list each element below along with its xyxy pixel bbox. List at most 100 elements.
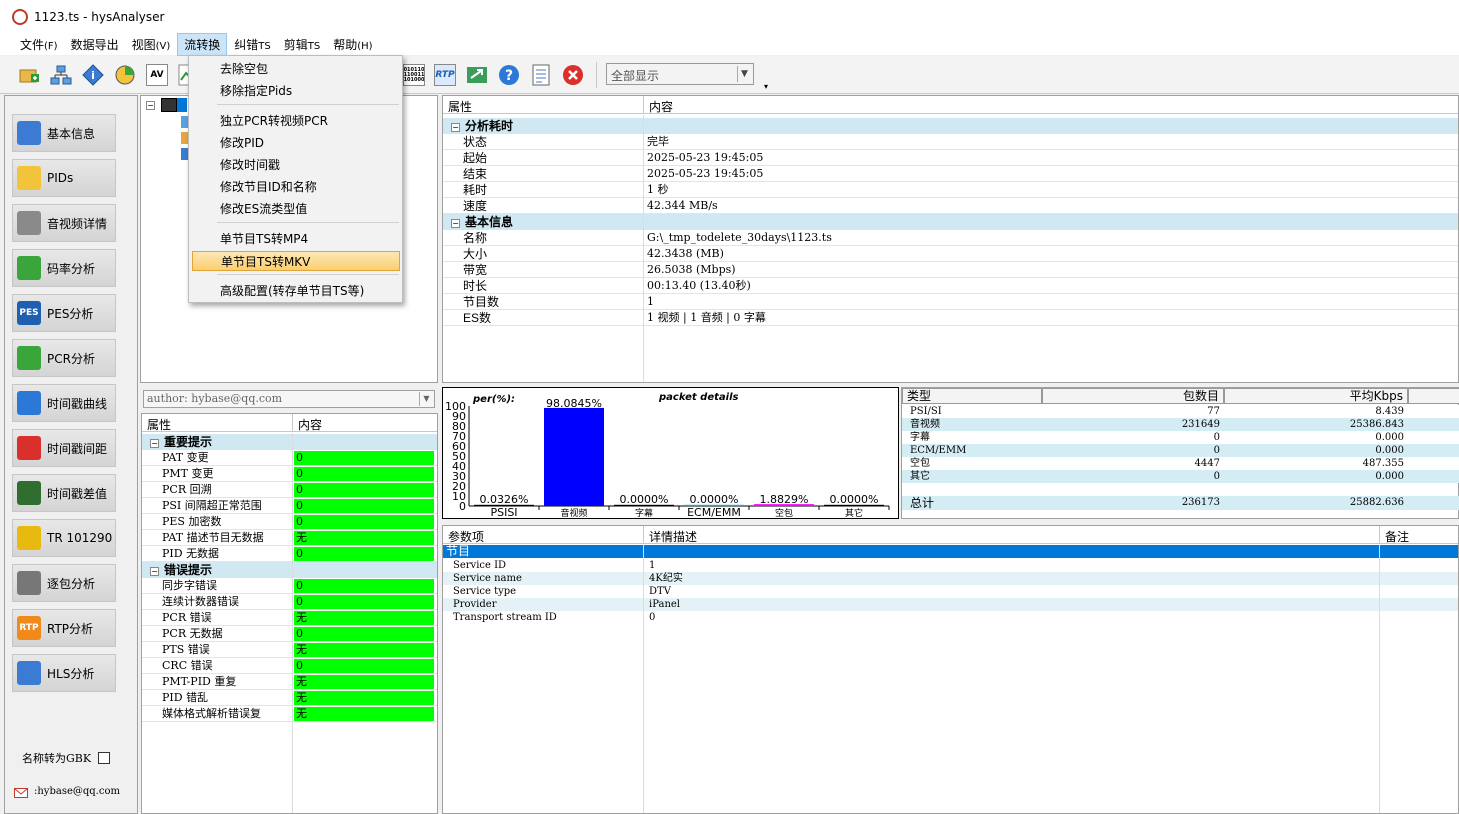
sidebar-button-10[interactable]: 逐包分析	[12, 564, 116, 602]
info-row[interactable]: 时长 00:13.40 (13.40秒)	[443, 278, 1458, 294]
error-row[interactable]: PID 无数据 0	[142, 546, 437, 562]
tree-root-icon[interactable]	[161, 98, 177, 112]
stats-row[interactable]: 空包 4447 487.355	[902, 457, 1459, 470]
sidebar-button-1[interactable]: PIDs	[12, 159, 116, 197]
params-section-program[interactable]: 节目	[443, 545, 1458, 558]
menu-export[interactable]: 数据导出	[65, 34, 125, 55]
sidebar-button-4[interactable]: PES PES分析	[12, 294, 116, 332]
menu-item-3[interactable]: 修改PID	[192, 133, 400, 153]
report-icon[interactable]	[530, 64, 552, 86]
sidebar-button-6[interactable]: 时间戳曲线	[12, 384, 116, 422]
av-icon[interactable]: AV	[146, 64, 168, 86]
menu-cut[interactable]: 剪辑TS	[278, 34, 326, 55]
error-group-header[interactable]: − 重要提示	[142, 434, 437, 450]
stats-row[interactable]: PSI/SI 77 8.439	[902, 405, 1459, 418]
sidebar-button-11[interactable]: RTP RTP分析	[12, 609, 116, 647]
info-row[interactable]: 状态 完毕	[443, 134, 1458, 150]
error-row[interactable]: PAT 变更 0	[142, 450, 437, 466]
menu-item-1[interactable]: 移除指定Pids	[192, 81, 400, 101]
sidebar-button-12[interactable]: HLS分析	[12, 654, 116, 692]
menu-item-6[interactable]: 修改ES流类型值	[192, 199, 400, 219]
toolbar-overflow-icon[interactable]: ▾	[764, 82, 768, 91]
param-row[interactable]: Service type DTV	[443, 585, 1458, 598]
info-row[interactable]: 带宽 26.5038 (Mbps)	[443, 262, 1458, 278]
help-icon[interactable]: ?	[498, 64, 520, 86]
pie-chart-icon[interactable]	[114, 64, 136, 86]
display-filter-combo[interactable]: 全部显示 ▼	[606, 63, 754, 85]
error-row[interactable]: PMT-PID 重复 无	[142, 674, 437, 690]
collapse-toggle-icon[interactable]: −	[451, 123, 460, 132]
collapse-toggle-icon[interactable]: −	[150, 439, 159, 448]
error-row[interactable]: PCR 错误 无	[142, 610, 437, 626]
rtp-icon[interactable]: RTP	[434, 64, 456, 86]
email-link[interactable]: :hybase@qq.com	[34, 786, 120, 797]
error-row[interactable]: PID 错乱 无	[142, 690, 437, 706]
info-row[interactable]: 名称 G:\_tmp_todelete_30days\1123.ts	[443, 230, 1458, 246]
sidebar-button-7[interactable]: 时间戳间距	[12, 429, 116, 467]
export-icon[interactable]	[466, 64, 488, 86]
param-row[interactable]: Transport stream ID 0	[443, 611, 1458, 624]
close-icon[interactable]	[562, 64, 584, 86]
collapse-toggle-icon[interactable]: −	[451, 219, 460, 228]
menu-item-5[interactable]: 修改节目ID和名称	[192, 177, 400, 197]
param-row[interactable]: Provider iPanel	[443, 598, 1458, 611]
menu-item-8[interactable]: 单节目TS转MKV	[192, 251, 400, 271]
sidebar-button-8[interactable]: 时间戳差值	[12, 474, 116, 512]
info-row[interactable]: 结束 2025-05-23 19:45:05	[443, 166, 1458, 182]
error-row[interactable]: PES 加密数 0	[142, 514, 437, 530]
collapse-toggle-icon[interactable]: −	[150, 567, 159, 576]
error-row[interactable]: PMT 变更 0	[142, 466, 437, 482]
sidebar-button-3[interactable]: 码率分析	[12, 249, 116, 287]
info-row[interactable]: 耗时 1 秒	[443, 182, 1458, 198]
sidebar-button-5[interactable]: PCR分析	[12, 339, 116, 377]
menu-item-7[interactable]: 单节目TS转MP4	[192, 229, 400, 249]
param-row[interactable]: Service name 4K纪实	[443, 572, 1458, 585]
error-group-header[interactable]: − 错误提示	[142, 562, 437, 578]
stats-row[interactable]: 音视频 231649 25386.843	[902, 418, 1459, 431]
tree-collapse-toggle[interactable]: −	[146, 101, 155, 110]
error-row[interactable]: PCR 回溯 0	[142, 482, 437, 498]
network-icon[interactable]	[50, 64, 72, 86]
menu-fix[interactable]: 纠错TS	[228, 34, 276, 55]
param-row[interactable]: Service ID 1	[443, 559, 1458, 572]
info-row[interactable]: 起始 2025-05-23 19:45:05	[443, 150, 1458, 166]
menu-item-4[interactable]: 修改时间戳	[192, 155, 400, 175]
tree-root-selected[interactable]	[177, 98, 187, 112]
menu-stream-convert[interactable]: 流转换	[177, 32, 228, 56]
stats-header[interactable]: 包数目	[1042, 388, 1224, 404]
menu-item-0[interactable]: 去除空包	[192, 59, 400, 79]
sidebar-button-9[interactable]: TR 101290	[12, 519, 116, 557]
info-icon[interactable]: i	[82, 64, 104, 86]
info-row[interactable]: 速度 42.344 MB/s	[443, 198, 1458, 214]
error-row[interactable]: 连续计数器错误 0	[142, 594, 437, 610]
info-row[interactable]: ES数 1 视频 | 1 音频 | 0 字幕	[443, 310, 1458, 326]
info-row[interactable]: 节目数 1	[443, 294, 1458, 310]
error-row[interactable]: PSI 间隔超正常范围 0	[142, 498, 437, 514]
info-group-header[interactable]: − 分析耗时	[443, 118, 1458, 134]
error-row[interactable]: PCR 无数据 0	[142, 626, 437, 642]
error-row[interactable]: 同步字错误 0	[142, 578, 437, 594]
stats-row[interactable]: 其它 0 0.000	[902, 470, 1459, 483]
error-row[interactable]: CRC 错误 0	[142, 658, 437, 674]
menu-view[interactable]: 视图(V)	[126, 34, 177, 55]
sidebar-button-0[interactable]: 基本信息	[12, 114, 116, 152]
sidebar-button-2[interactable]: 音视频详情	[12, 204, 116, 242]
menu-item-9[interactable]: 高级配置(转存单节目TS等)	[192, 281, 400, 301]
menu-help[interactable]: 帮助(H)	[327, 34, 378, 55]
info-group-header[interactable]: − 基本信息	[443, 214, 1458, 230]
menu-file[interactable]: 文件(F)	[14, 34, 64, 55]
error-row[interactable]: PAT 描述节目无数据 无	[142, 530, 437, 546]
stats-total-row[interactable]: 总计 236173 25882.636	[902, 496, 1459, 510]
stats-header[interactable]: 平均Kbps	[1224, 388, 1408, 404]
author-combo[interactable]: author: hybase@qq.com ▼	[143, 390, 435, 408]
stats-header[interactable]: 类型	[902, 388, 1042, 404]
error-row[interactable]: 媒体格式解析错误复 无	[142, 706, 437, 722]
menu-item-2[interactable]: 独立PCR转视频PCR	[192, 111, 400, 131]
stats-row[interactable]: ECM/EMM 0 0.000	[902, 444, 1459, 457]
stats-row[interactable]: 字幕 0 0.000	[902, 431, 1459, 444]
error-row[interactable]: PTS 错误 无	[142, 642, 437, 658]
binary-icon[interactable]: 010110 110011 101000	[403, 64, 425, 86]
info-row[interactable]: 大小 42.3438 (MB)	[443, 246, 1458, 262]
add-file-icon[interactable]	[18, 64, 40, 86]
gbk-checkbox[interactable]	[98, 752, 110, 764]
